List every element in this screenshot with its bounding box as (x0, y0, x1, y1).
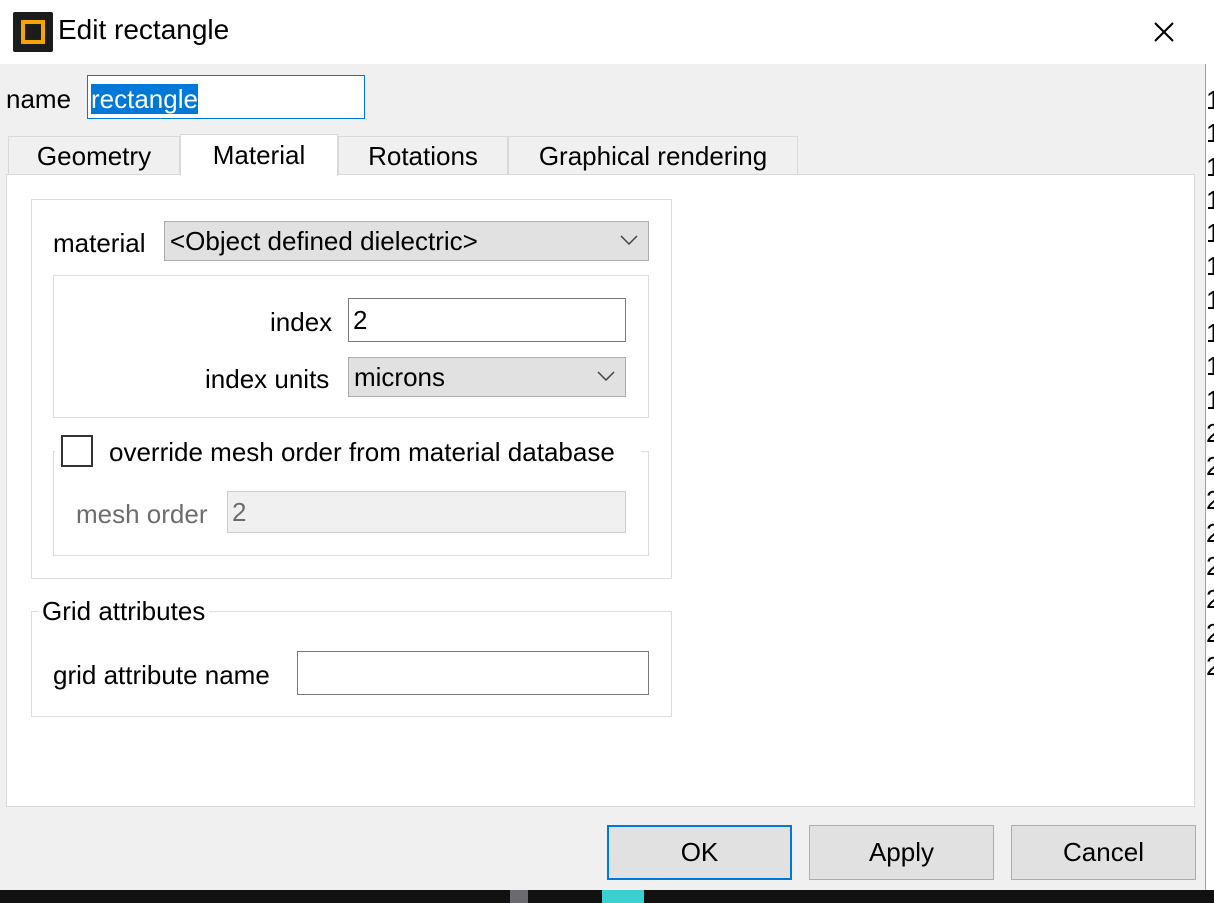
tab-rotations[interactable]: Rotations (338, 136, 508, 176)
background-digit: 2 (1206, 617, 1214, 648)
ok-button[interactable]: OK (607, 825, 792, 880)
background-digit: 1 (1206, 151, 1214, 182)
background-digit: 1 (1206, 118, 1214, 149)
grid-attributes-title-wrap: Grid attributes (38, 596, 210, 627)
mesh-order-value: 2 (232, 496, 247, 527)
background-digit: 2 (1206, 451, 1214, 482)
chevron-down-icon (620, 235, 638, 245)
background-digit: 2 (1206, 651, 1214, 682)
chevron-down-icon (597, 371, 615, 381)
tab-material[interactable]: Material (180, 134, 338, 176)
name-input-value: rectangle (91, 84, 198, 114)
background-digit: 1 (1206, 351, 1214, 382)
close-button[interactable] (1140, 8, 1188, 56)
mesh-order-input[interactable]: 2 (227, 491, 626, 533)
rectangle-app-icon (13, 12, 53, 52)
background-digit: 1 (1206, 184, 1214, 215)
override-mesh-order-checkbox[interactable] (61, 435, 93, 467)
material-select-value: <Object defined dielectric> (170, 225, 478, 256)
background-digit: 2 (1206, 584, 1214, 615)
material-label: material (53, 228, 146, 258)
index-units-value: microns (354, 361, 446, 392)
index-input-value: 2 (353, 304, 368, 335)
taskbar-active-item[interactable] (602, 890, 644, 903)
close-icon (1154, 22, 1174, 42)
grid-attribute-name-label: grid attribute name (53, 660, 270, 690)
index-units-label: index units (205, 364, 330, 394)
mesh-order-label: mesh order (76, 499, 208, 529)
background-digit: 1 (1206, 218, 1214, 249)
grid-attributes-title: Grid attributes (42, 596, 206, 626)
grid-attribute-name-input[interactable] (297, 651, 649, 695)
index-label: index (270, 307, 333, 337)
background-window-strip: 111111111122222222 (1206, 84, 1214, 683)
background-digit: 1 (1206, 384, 1214, 415)
tab-panel-material: material <Object defined dielectric> ind… (6, 174, 1195, 807)
window-title: Edit rectangle (58, 14, 230, 45)
name-input[interactable]: rectangle (87, 75, 365, 119)
background-digit: 1 (1206, 284, 1214, 315)
index-input[interactable]: 2 (348, 298, 626, 342)
background-digit: 2 (1206, 484, 1214, 515)
background-digit: 2 (1206, 517, 1214, 548)
name-label: name (6, 84, 72, 114)
tab-geometry[interactable]: Geometry (8, 136, 180, 176)
background-digit: 1 (1206, 251, 1214, 282)
apply-button[interactable]: Apply (809, 825, 994, 880)
tab-graphical-rendering[interactable]: Graphical rendering (508, 136, 798, 176)
background-digit: 2 (1206, 417, 1214, 448)
material-select[interactable]: <Object defined dielectric> (164, 221, 649, 261)
title-bar: Edit rectangle (0, 0, 1206, 64)
index-units-select[interactable]: microns (348, 357, 626, 397)
background-digit: 1 (1206, 318, 1214, 349)
background-digit: 1 (1206, 85, 1214, 115)
override-mesh-order-label: override mesh order from material databa… (109, 437, 615, 467)
taskbar-item[interactable] (510, 890, 528, 903)
cancel-button[interactable]: Cancel (1011, 825, 1196, 880)
edit-rectangle-dialog: Edit rectangle name rectangle Geometry M… (0, 0, 1206, 890)
taskbar (0, 890, 1214, 903)
background-digit: 2 (1206, 551, 1214, 582)
